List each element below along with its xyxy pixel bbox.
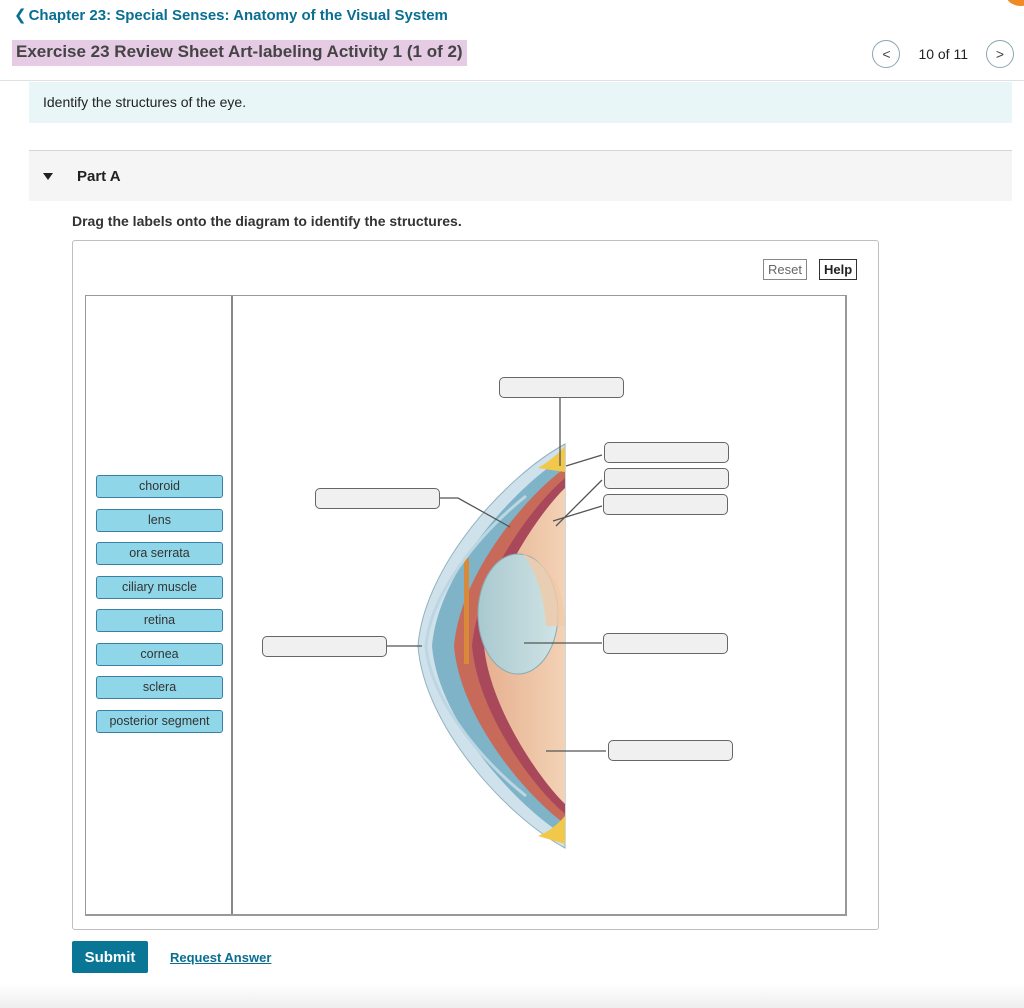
exercise-title: Exercise 23 Review Sheet Art-labeling Ac… [12,40,467,66]
caret-down-icon [43,172,53,180]
drop-target[interactable] [603,494,728,515]
help-button[interactable]: Help [819,259,858,280]
intro-text: Identify the structures of the eye. [43,94,247,110]
notification-dot [1006,0,1024,6]
header-divider [0,80,1024,81]
chapter-link[interactable]: ❮ Chapter 23: Special Senses: Anatomy of … [14,6,448,24]
drop-target[interactable] [604,468,729,489]
chevron-right-icon: > [995,46,1005,62]
chevron-left-icon: < [882,46,891,62]
next-button[interactable]: > [986,40,1014,68]
request-answer-link[interactable]: Request Answer [170,950,271,965]
chevron-left-icon: ❮ [14,7,27,24]
submit-button[interactable]: Submit [72,941,148,973]
intro-box: Identify the structures of the eye. [29,82,1012,123]
drop-target[interactable] [315,488,440,509]
pager-count: 10 of 11 [918,46,968,62]
labeling-activity: Reset Help choroid lens ora serrata cili… [72,240,879,930]
drop-target[interactable] [608,740,733,761]
previous-button[interactable]: < [872,40,901,68]
chapter-link-label: Chapter 23: Special Senses: Anatomy of t… [28,7,448,24]
workspace: choroid lens ora serrata ciliary muscle … [85,295,847,916]
part-instruction: Drag the labels onto the diagram to iden… [72,213,462,229]
part-label: Part A [77,167,121,185]
drop-target[interactable] [603,633,728,654]
eye-illustration [417,443,566,849]
drop-target[interactable] [262,636,387,657]
reset-button[interactable]: Reset [763,259,807,280]
bottom-shade [0,984,1024,1008]
pager: < 10 of 11 > [872,40,1014,68]
drop-target[interactable] [604,442,729,463]
part-a-header[interactable]: Part A [29,151,1012,201]
drop-target[interactable] [499,377,624,398]
eye-diagram [386,396,606,849]
